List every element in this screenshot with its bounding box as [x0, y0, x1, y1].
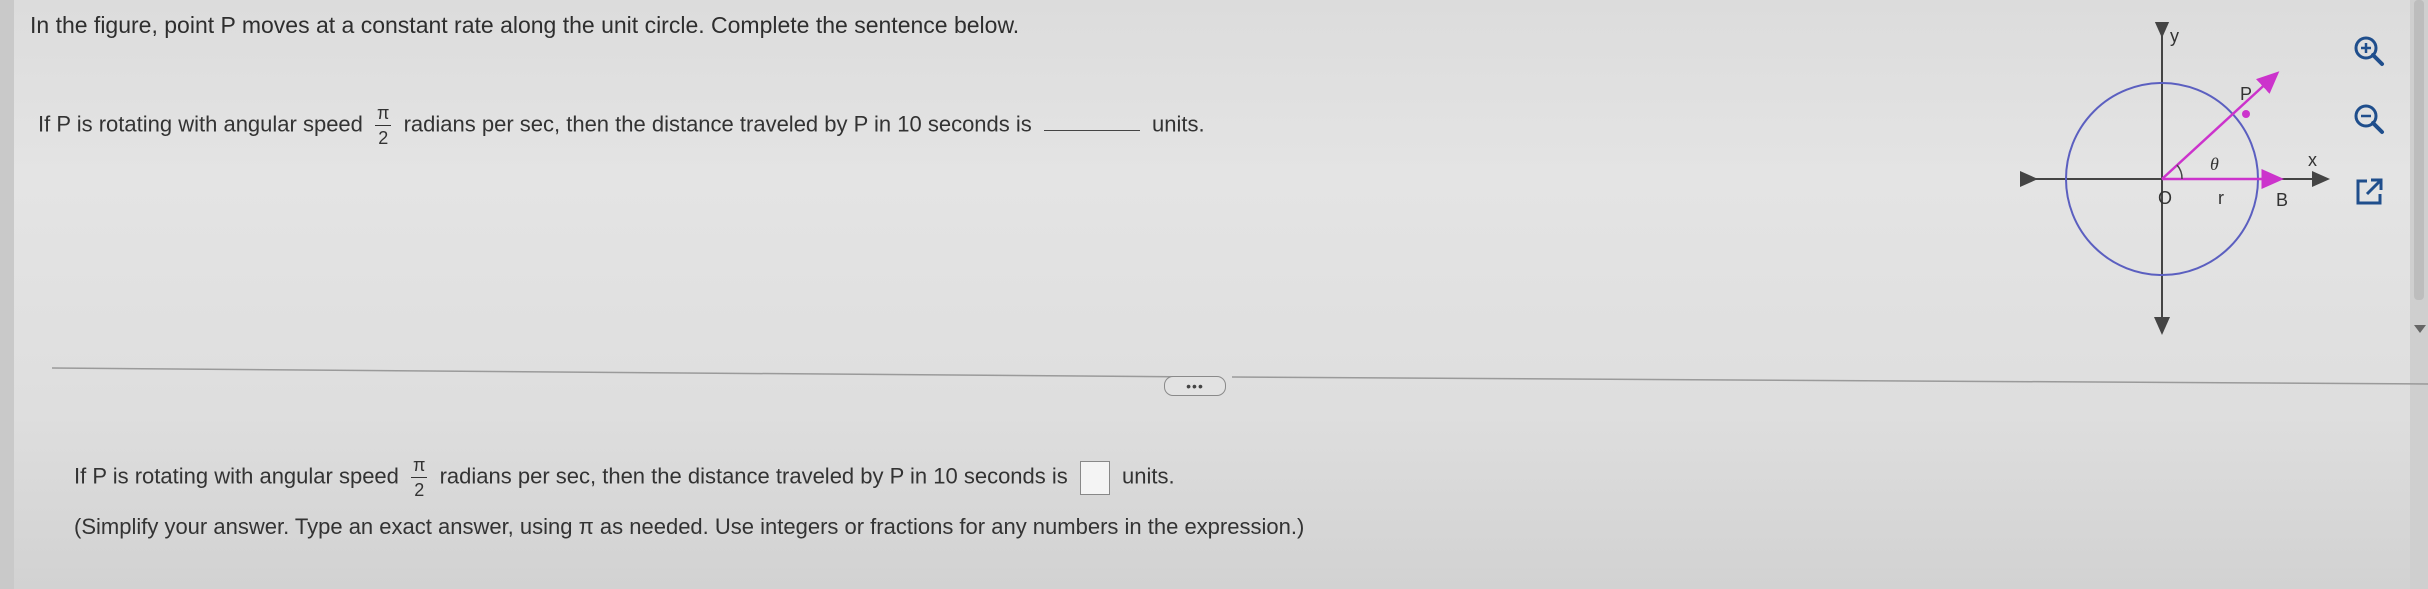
sentence-prefix: If P is rotating with angular speed [38, 111, 363, 137]
label-b: B [2276, 190, 2288, 210]
fraction-denominator: 2 [375, 125, 392, 147]
expand-more-button[interactable]: ••• [1164, 376, 1226, 396]
answer-angular-speed-fraction: π 2 [411, 455, 428, 499]
popout-button[interactable] [2350, 173, 2388, 211]
sentence-middle: radians per sec, then the distance trave… [403, 111, 1032, 137]
answer-suffix: units. [1122, 463, 1175, 489]
label-x: x [2308, 150, 2317, 170]
scrollbar-track[interactable] [2410, 0, 2428, 589]
answer-fraction-numerator: π [413, 455, 426, 475]
answer-prefix: If P is rotating with angular speed [74, 463, 399, 489]
zoom-in-button[interactable] [2350, 32, 2388, 70]
label-origin: O [2158, 188, 2172, 208]
answer-fraction-denominator: 2 [411, 477, 428, 499]
zoom-out-icon [2354, 104, 2384, 134]
answer-sentence: If P is rotating with angular speed π 2 … [74, 456, 1175, 499]
answer-blank [1043, 130, 1140, 132]
scrollbar-thumb[interactable] [2414, 0, 2424, 300]
left-edge [0, 0, 14, 589]
label-r: r [2218, 188, 2224, 208]
fraction-numerator: π [377, 103, 390, 123]
label-y: y [2170, 26, 2179, 46]
zoom-out-button[interactable] [2350, 100, 2388, 138]
popout-icon [2356, 178, 2383, 205]
answer-instructions: (Simplify your answer. Type an exact ans… [74, 514, 1305, 539]
point-p [2242, 110, 2250, 118]
angular-speed-fraction: π 2 [375, 103, 392, 147]
label-p: P [2240, 84, 2252, 104]
answer-middle: radians per sec, then the distance trave… [439, 463, 1068, 489]
angle-arc [2176, 164, 2183, 180]
scroll-down-arrow-icon[interactable] [2414, 325, 2426, 333]
section-divider [52, 367, 2428, 385]
sentence-suffix: units. [1152, 111, 1205, 137]
question-sentence: If P is rotating with angular speed π 2 … [38, 104, 1205, 147]
answer-input-box[interactable] [1079, 460, 1110, 495]
label-theta: θ [2210, 154, 2219, 174]
unit-circle-figure: y x O P B r θ [2020, 22, 2330, 335]
question-intro: In the figure, point P moves at a consta… [30, 12, 1020, 38]
zoom-in-icon [2354, 36, 2384, 66]
